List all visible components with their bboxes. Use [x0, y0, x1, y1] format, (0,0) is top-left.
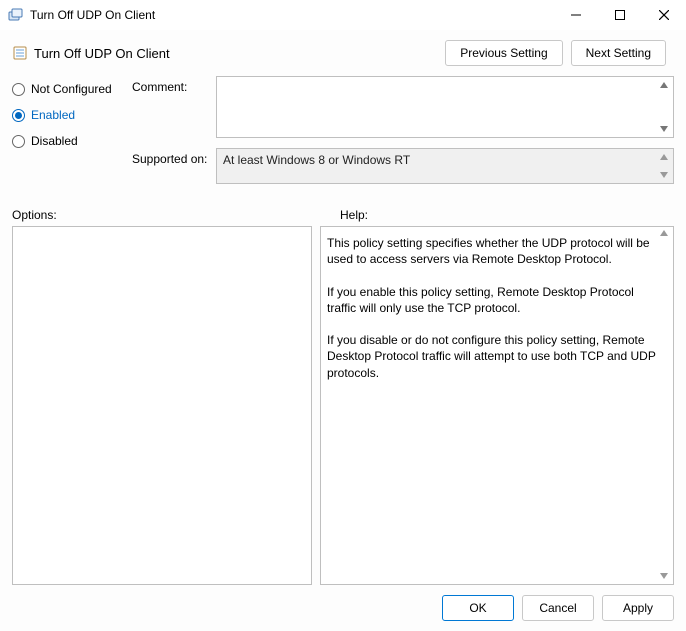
app-icon	[8, 7, 24, 23]
options-label: Options:	[12, 208, 340, 222]
scroll-down-icon[interactable]	[657, 169, 671, 181]
scroll-down-icon[interactable]	[657, 570, 671, 582]
help-text: This policy setting specifies whether th…	[321, 227, 673, 389]
policy-icon	[12, 45, 28, 61]
radio-label: Enabled	[31, 108, 75, 122]
comment-textarea[interactable]	[216, 76, 674, 138]
previous-setting-button[interactable]: Previous Setting	[445, 40, 562, 66]
next-setting-button[interactable]: Next Setting	[571, 40, 666, 66]
state-radios: Not Configured Enabled Disabled	[12, 76, 132, 194]
radio-label: Disabled	[31, 134, 78, 148]
help-paragraph: If you enable this policy setting, Remot…	[327, 284, 657, 316]
ok-button[interactable]: OK	[442, 595, 514, 621]
comment-label: Comment:	[132, 76, 216, 94]
radio-label: Not Configured	[31, 82, 112, 96]
group-policy-dialog: Turn Off UDP On Client Turn Off UDP On C…	[0, 0, 686, 631]
fields: Comment: Supported on: At	[132, 76, 674, 194]
minimize-button[interactable]	[554, 0, 598, 30]
scroll-up-icon[interactable]	[657, 227, 671, 239]
supported-on-field: At least Windows 8 or Windows RT	[216, 148, 674, 184]
window-title: Turn Off UDP On Client	[30, 8, 554, 22]
footer: OK Cancel Apply	[0, 585, 686, 631]
panes: This policy setting specifies whether th…	[0, 226, 686, 585]
radio-icon	[12, 83, 25, 96]
scroll-up-icon[interactable]	[657, 151, 671, 163]
radio-enabled[interactable]: Enabled	[12, 108, 132, 122]
scroll-up-icon[interactable]	[657, 79, 671, 91]
titlebar: Turn Off UDP On Client	[0, 0, 686, 30]
close-button[interactable]	[642, 0, 686, 30]
scroll-down-icon[interactable]	[657, 123, 671, 135]
pane-labels: Options: Help:	[0, 194, 686, 226]
help-label: Help:	[340, 208, 368, 222]
radio-disabled[interactable]: Disabled	[12, 134, 132, 148]
options-pane[interactable]	[12, 226, 312, 585]
maximize-button[interactable]	[598, 0, 642, 30]
supported-on-value: At least Windows 8 or Windows RT	[217, 149, 673, 171]
config-section: Not Configured Enabled Disabled Comment:	[0, 70, 686, 194]
cancel-button[interactable]: Cancel	[522, 595, 594, 621]
policy-title: Turn Off UDP On Client	[34, 46, 445, 61]
help-paragraph: This policy setting specifies whether th…	[327, 235, 657, 267]
apply-button[interactable]: Apply	[602, 595, 674, 621]
supported-on-label: Supported on:	[132, 148, 216, 166]
radio-icon	[12, 109, 25, 122]
radio-not-configured[interactable]: Not Configured	[12, 82, 132, 96]
comment-value	[217, 77, 673, 85]
help-pane[interactable]: This policy setting specifies whether th…	[320, 226, 674, 585]
header-row: Turn Off UDP On Client Previous Setting …	[0, 30, 686, 70]
radio-icon	[12, 135, 25, 148]
help-paragraph: If you disable or do not configure this …	[327, 332, 657, 381]
